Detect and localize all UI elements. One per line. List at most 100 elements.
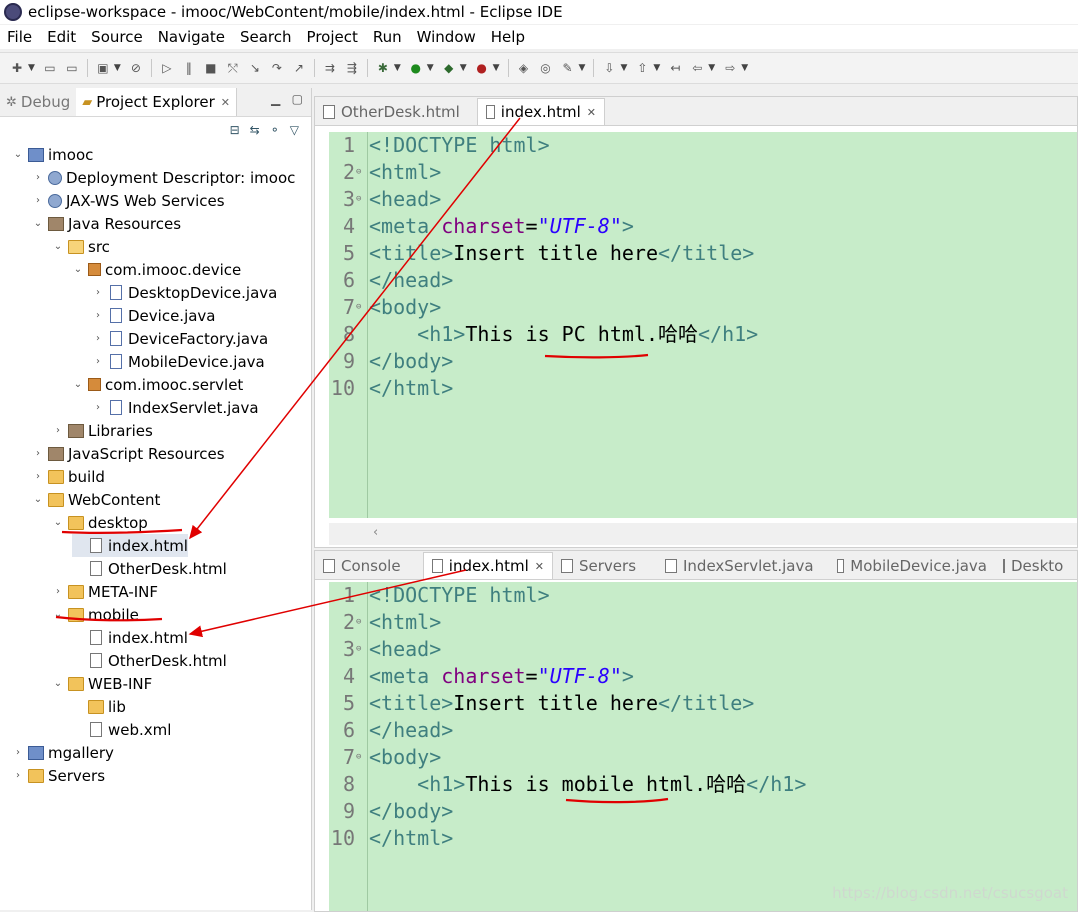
expanded-chevron-icon[interactable]: ⌄ [52,241,64,252]
back-icon[interactable]: ⇦ [689,60,705,76]
menu-help[interactable]: Help [484,28,533,46]
back-dropdown-icon[interactable]: ▼ [708,63,715,73]
close-icon[interactable]: ✕ [535,560,544,573]
tree-item[interactable]: › Deployment Descriptor: imooc [32,166,295,189]
next-annotation-dropdown-icon[interactable]: ▼ [620,63,627,73]
collapsed-chevron-icon[interactable]: › [32,195,44,206]
tree-item[interactable]: › MobileDevice.java [92,350,265,373]
collapsed-chevron-icon[interactable]: › [12,747,24,758]
save-all-icon[interactable]: ▭ [64,60,80,76]
editor-top-code[interactable]: 1 2 ⊖ 3 ⊖ 4 5 6 7 ⊖ 8 9 10 <!DOCTYPE html> <html> <hea… [329,132,1077,518]
fold-toggle-icon[interactable]: ⊖ [356,186,361,213]
debug-dropdown-icon[interactable]: ▼ [394,63,401,73]
terminal-icon[interactable]: ▣ [95,60,111,76]
terminate-icon[interactable]: ■ [203,60,219,76]
editor-tab[interactable]: MobileDevice.java [829,552,995,579]
tree-item[interactable]: › JAX-WS Web Services [32,189,225,212]
run-icon[interactable]: ● [408,60,424,76]
fold-toggle-icon[interactable]: ⊖ [356,609,361,636]
forward-icon[interactable]: ⇨ [722,60,738,76]
open-task-icon[interactable]: ◎ [538,60,554,76]
terminal-dropdown-icon[interactable]: ▼ [114,63,121,73]
tree-item[interactable]: › DeviceFactory.java [92,327,268,350]
editor-tab[interactable]: Servers [553,552,657,579]
menu-window[interactable]: Window [410,28,484,46]
next-annotation-icon[interactable]: ⇩ [601,60,617,76]
tree-item[interactable]: ⌄ WEB-INF [52,672,153,695]
minimize-icon[interactable]: ▁ [271,92,280,106]
tree-item[interactable]: › DesktopDevice.java [92,281,277,304]
scroll-left-icon[interactable]: ‹ [373,525,378,540]
collapsed-chevron-icon[interactable]: › [32,471,44,482]
tree-item[interactable]: lib [72,695,126,718]
step-over-icon[interactable]: ↷ [269,60,285,76]
menu-search[interactable]: Search [233,28,300,46]
editor-tab[interactable]: OtherDesk.html [315,98,477,125]
step-return-icon[interactable]: ↗ [291,60,307,76]
new-icon[interactable]: ✚ [9,60,25,76]
new-dropdown-icon[interactable]: ▼ [28,63,35,73]
step-into-icon[interactable]: ↘ [247,60,263,76]
tab-debug[interactable]: ✲ Debug [0,88,76,116]
close-icon[interactable]: ✕ [587,106,596,119]
collapsed-chevron-icon[interactable]: › [32,172,44,183]
tree-item[interactable]: › META-INF [52,580,158,603]
editor-bottom-code[interactable]: 1 2 ⊖ 3 ⊖ 4 5 6 7 ⊖ 8 9 10 <!DOCTYPE html> <html> <hea… [329,582,1077,911]
skip-breakpoints-icon[interactable]: ⊘ [128,60,144,76]
view-menu-icon[interactable]: ▽ [290,123,299,137]
link-with-editor-icon[interactable]: ⇆ [250,123,260,137]
collapsed-chevron-icon[interactable]: › [12,770,24,781]
fold-toggle-icon[interactable]: ⊖ [356,294,361,321]
tree-item[interactable]: › Device.java [92,304,216,327]
menu-run[interactable]: Run [366,28,410,46]
menu-source[interactable]: Source [84,28,151,46]
menu-edit[interactable]: Edit [40,28,84,46]
expanded-chevron-icon[interactable]: ⌄ [72,379,84,390]
fold-toggle-icon[interactable]: ⊖ [356,744,361,771]
collapsed-chevron-icon[interactable]: › [32,448,44,459]
tree-item[interactable]: ⌄ desktop [52,511,148,534]
fold-toggle-icon[interactable]: ⊖ [356,636,361,663]
collapsed-chevron-icon[interactable]: › [92,287,104,298]
expanded-chevron-icon[interactable]: ⌄ [12,149,24,160]
editor-tab[interactable]: Deskto [995,552,1071,579]
collapsed-chevron-icon[interactable]: › [52,586,64,597]
external-tools-dropdown-icon[interactable]: ▼ [493,63,500,73]
open-type-icon[interactable]: ◈ [516,60,532,76]
tree-item[interactable]: ⌄ imooc [12,143,94,166]
search-icon[interactable]: ✎ [560,60,576,76]
collapse-all-icon[interactable]: ⊟ [230,123,240,137]
tree-item[interactable]: ⌄ WebContent [32,488,161,511]
tree-item[interactable]: ⌄ com.imooc.servlet [72,373,244,396]
forward-dropdown-icon[interactable]: ▼ [741,63,748,73]
tree-item[interactable]: ⌄ mobile [52,603,139,626]
editor-tab[interactable]: index.html ✕ [477,98,605,125]
tree-item[interactable]: ⌄ src [52,235,110,258]
collapsed-chevron-icon[interactable]: › [92,333,104,344]
filters-icon[interactable]: ⚬ [270,123,280,137]
tree-item[interactable]: › IndexServlet.java [92,396,259,419]
external-tools-icon[interactable]: ● [474,60,490,76]
expanded-chevron-icon[interactable]: ⌄ [52,609,64,620]
tree-item[interactable]: › mgallery [12,741,114,764]
tab-project-explorer[interactable]: ▰ Project Explorer ✕ [76,88,238,116]
disconnect-icon[interactable]: ⤲ [225,60,241,76]
search-dropdown-icon[interactable]: ▼ [579,63,586,73]
tree-item[interactable]: › build [32,465,105,488]
menu-project[interactable]: Project [300,28,366,46]
expanded-chevron-icon[interactable]: ⌄ [52,517,64,528]
tree-item[interactable]: ⌄ com.imooc.device [72,258,241,281]
expanded-chevron-icon[interactable]: ⌄ [32,494,44,505]
tree-item[interactable]: OtherDesk.html [72,557,227,580]
editor-tab[interactable]: index.html ✕ [423,552,553,579]
fold-toggle-icon[interactable]: ⊖ [356,159,361,186]
tree-item[interactable]: › Libraries [52,419,153,442]
use-step-filters-icon[interactable]: ⇉ [322,60,338,76]
editor-tab[interactable]: IndexServlet.java [657,552,829,579]
expanded-chevron-icon[interactable]: ⌄ [32,218,44,229]
collapsed-chevron-icon[interactable]: › [92,310,104,321]
save-icon[interactable]: ▭ [42,60,58,76]
suspend-icon[interactable]: ‖ [181,60,197,76]
resume-icon[interactable]: ▷ [159,60,175,76]
debug-icon[interactable]: ✱ [375,60,391,76]
